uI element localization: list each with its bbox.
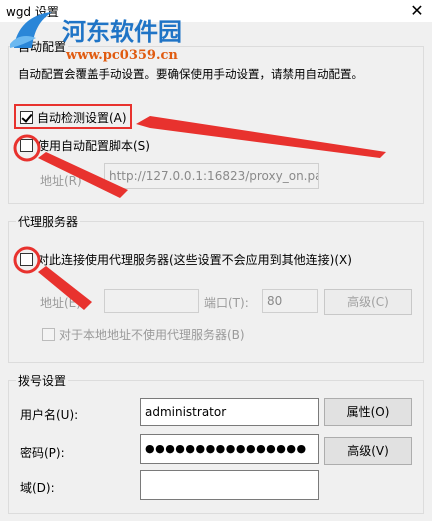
use-script-checkbox[interactable] bbox=[20, 139, 33, 152]
close-icon[interactable]: ✕ bbox=[407, 1, 427, 21]
proxy-address-input[interactable] bbox=[104, 289, 199, 313]
domain-input[interactable] bbox=[140, 470, 319, 500]
password-input[interactable]: ●●●●●●●●●●●●●●●● bbox=[140, 434, 319, 464]
username-label: 用户名(U): bbox=[20, 408, 79, 422]
dialup-group-title: 拨号设置 bbox=[16, 372, 69, 389]
proxy-port-input[interactable]: 80 bbox=[262, 289, 318, 313]
watermark-logo-icon bbox=[10, 12, 52, 48]
bypass-local-checkbox[interactable] bbox=[42, 328, 55, 341]
script-address-label: 地址(R) bbox=[40, 174, 82, 188]
proxy-advanced-button[interactable]: 高级(C) bbox=[324, 289, 412, 315]
proxy-server-group-title: 代理服务器 bbox=[16, 213, 81, 230]
proxy-address-label: 地址(E): bbox=[40, 296, 85, 310]
use-proxy-label[interactable]: 对此连接使用代理服务器(这些设置不会应用到其他连接)(X) bbox=[37, 251, 352, 268]
dialup-advanced-button[interactable]: 高级(V) bbox=[324, 437, 412, 465]
bypass-local-label[interactable]: 对于本地地址不使用代理服务器(B) bbox=[59, 326, 245, 343]
auto-config-description: 自动配置会覆盖手动设置。要确保使用手动设置，请禁用自动配置。 bbox=[18, 67, 363, 81]
use-proxy-checkbox[interactable] bbox=[20, 253, 33, 266]
script-address-input[interactable]: http://127.0.0.1:16823/proxy_on.pac bbox=[104, 163, 319, 189]
domain-label: 域(D): bbox=[20, 481, 55, 495]
watermark-name: 河东软件园 bbox=[62, 17, 182, 46]
properties-button[interactable]: 属性(O) bbox=[324, 398, 412, 426]
watermark-url: www.pc0359.cn bbox=[66, 48, 178, 63]
password-label: 密码(P): bbox=[20, 446, 65, 460]
annotation-highlight-box bbox=[14, 104, 132, 129]
proxy-port-label: 端口(T): bbox=[204, 296, 249, 310]
use-script-label[interactable]: 使用自动配置脚本(S) bbox=[37, 137, 150, 154]
username-input[interactable]: administrator bbox=[140, 398, 319, 426]
